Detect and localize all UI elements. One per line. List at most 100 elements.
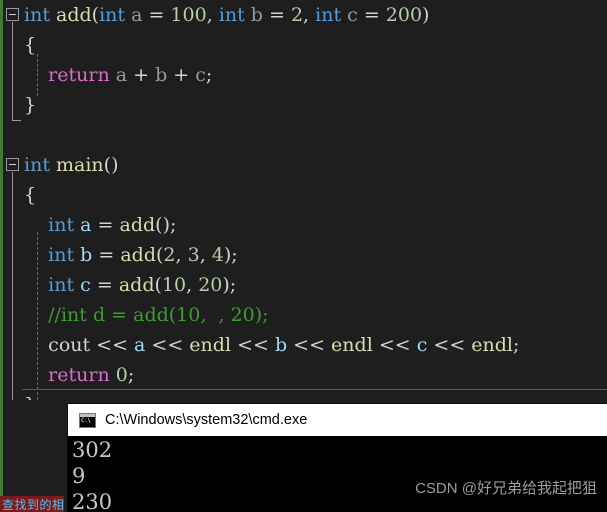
code-line-text: int b = add(2, 3, 4); (24, 240, 238, 270)
code-token: int (48, 244, 75, 266)
code-token: a (131, 4, 143, 26)
fold-region-foot (12, 120, 21, 121)
code-token: int (48, 214, 75, 236)
code-token: 2 (163, 244, 176, 266)
code-line-text: return a + b + c; (24, 60, 212, 90)
code-line[interactable]: return 0; (0, 360, 607, 390)
screen-root: int add(int a = 100, int b = 2, int c = … (0, 0, 607, 512)
code-token: c (195, 64, 206, 86)
code-token: << (145, 334, 190, 356)
code-token: return (48, 364, 110, 386)
code-token: add (119, 214, 156, 236)
code-token: } (24, 94, 37, 116)
code-token: int (315, 4, 342, 26)
code-token: int (218, 4, 245, 26)
code-token: int (48, 274, 75, 296)
console-output-line: 302 (72, 438, 113, 462)
code-token: , (303, 4, 316, 26)
code-line-text: int main() (24, 150, 119, 180)
code-line[interactable]: int c = add(10, 20); (0, 270, 607, 300)
fold-collapse-icon[interactable] (6, 158, 19, 171)
code-line[interactable]: int add(int a = 100, int b = 2, int c = … (0, 0, 607, 30)
bottom-left-chip-label: 查找到的相关 (2, 498, 64, 512)
code-token: ); (222, 274, 237, 296)
code-token: //int d = add(10, , 20); (24, 304, 269, 326)
code-token: 200 (385, 4, 423, 26)
code-token: = (357, 4, 386, 26)
code-token: = (90, 274, 119, 296)
code-token: 4 (211, 244, 224, 266)
code-line-text: int c = add(10, 20); (24, 270, 236, 300)
code-token: 0 (115, 364, 128, 386)
code-line[interactable]: } (0, 390, 607, 400)
code-token: cout (48, 334, 91, 356)
code-line-text: } (24, 390, 36, 400)
code-token: a (80, 214, 92, 236)
csdn-watermark: CSDN @好兄弟给我起把狙 (415, 480, 597, 497)
code-line-text: return 0; (24, 360, 134, 390)
code-line-text: int a = add(); (24, 210, 176, 240)
code-token: ( (91, 4, 100, 26)
bottom-left-chip[interactable]: 查找到的相关 (0, 496, 64, 512)
code-line[interactable]: int a = add(); (0, 210, 607, 240)
code-token: ( (154, 274, 162, 296)
code-token: () (103, 154, 119, 176)
code-token: add (120, 244, 156, 266)
code-token: ; (127, 364, 135, 386)
code-token: c (347, 4, 358, 26)
code-line-text: { (24, 30, 36, 60)
code-token: = (91, 214, 120, 236)
code-token: (); (155, 214, 177, 236)
code-token: ; (205, 64, 213, 86)
code-token: << (427, 334, 472, 356)
code-token: b (155, 64, 168, 86)
code-token: << (231, 334, 275, 356)
code-token: 100 (170, 4, 207, 26)
code-line-text: //int d = add(10, , 20); (24, 300, 269, 330)
code-token: c (416, 334, 428, 356)
code-token: ) (422, 4, 430, 26)
code-line[interactable]: //int d = add(10, , 20); (0, 300, 607, 330)
console-output[interactable]: 302 9 230 (68, 436, 607, 512)
code-token: int (24, 154, 50, 176)
code-line[interactable] (0, 120, 607, 150)
console-title-text: C:\Windows\system32\cmd.exe (105, 412, 308, 428)
code-token: + (127, 64, 156, 86)
code-token: 3 (187, 244, 200, 266)
console-title-bar[interactable]: C:\Windows\system32\cmd.exe (68, 404, 607, 436)
fold-region-line (12, 172, 13, 400)
code-token: add (118, 274, 155, 296)
code-token: { (24, 184, 37, 206)
code-token: ; (513, 334, 520, 356)
code-token: c (80, 274, 91, 296)
code-line-text: cout << a << endl << b << endl << c << e… (24, 330, 519, 360)
code-token: , (175, 244, 188, 266)
code-token: add (56, 4, 92, 26)
code-token: << (372, 334, 417, 356)
code-token: endl (331, 334, 373, 356)
code-token: endl (471, 334, 514, 356)
code-token: { (24, 34, 37, 56)
code-line[interactable]: int main() (0, 150, 607, 180)
fold-collapse-icon[interactable] (6, 8, 19, 21)
code-line[interactable]: cout << a << endl << b << endl << c << e… (0, 330, 607, 360)
code-line[interactable]: { (0, 180, 607, 210)
code-line-text: int add(int a = 100, int b = 2, int c = … (24, 0, 429, 30)
code-line[interactable]: } (0, 90, 607, 120)
code-token: int (24, 4, 50, 26)
code-token: = (262, 4, 291, 26)
code-token: int (99, 4, 126, 26)
code-line[interactable]: { (0, 30, 607, 60)
code-token: 10 (161, 274, 187, 296)
code-editor[interactable]: int add(int a = 100, int b = 2, int c = … (0, 0, 607, 400)
code-token: ); (223, 244, 238, 266)
code-line[interactable]: int b = add(2, 3, 4); (0, 240, 607, 270)
code-line-text: { (24, 180, 36, 210)
code-token: a (134, 334, 146, 356)
code-token: , (206, 4, 219, 26)
code-token: main (56, 154, 104, 176)
code-token: b (274, 334, 288, 356)
code-token: << (90, 334, 135, 356)
code-line[interactable]: return a + b + c; (0, 60, 607, 90)
cmd-console-icon (79, 412, 96, 428)
